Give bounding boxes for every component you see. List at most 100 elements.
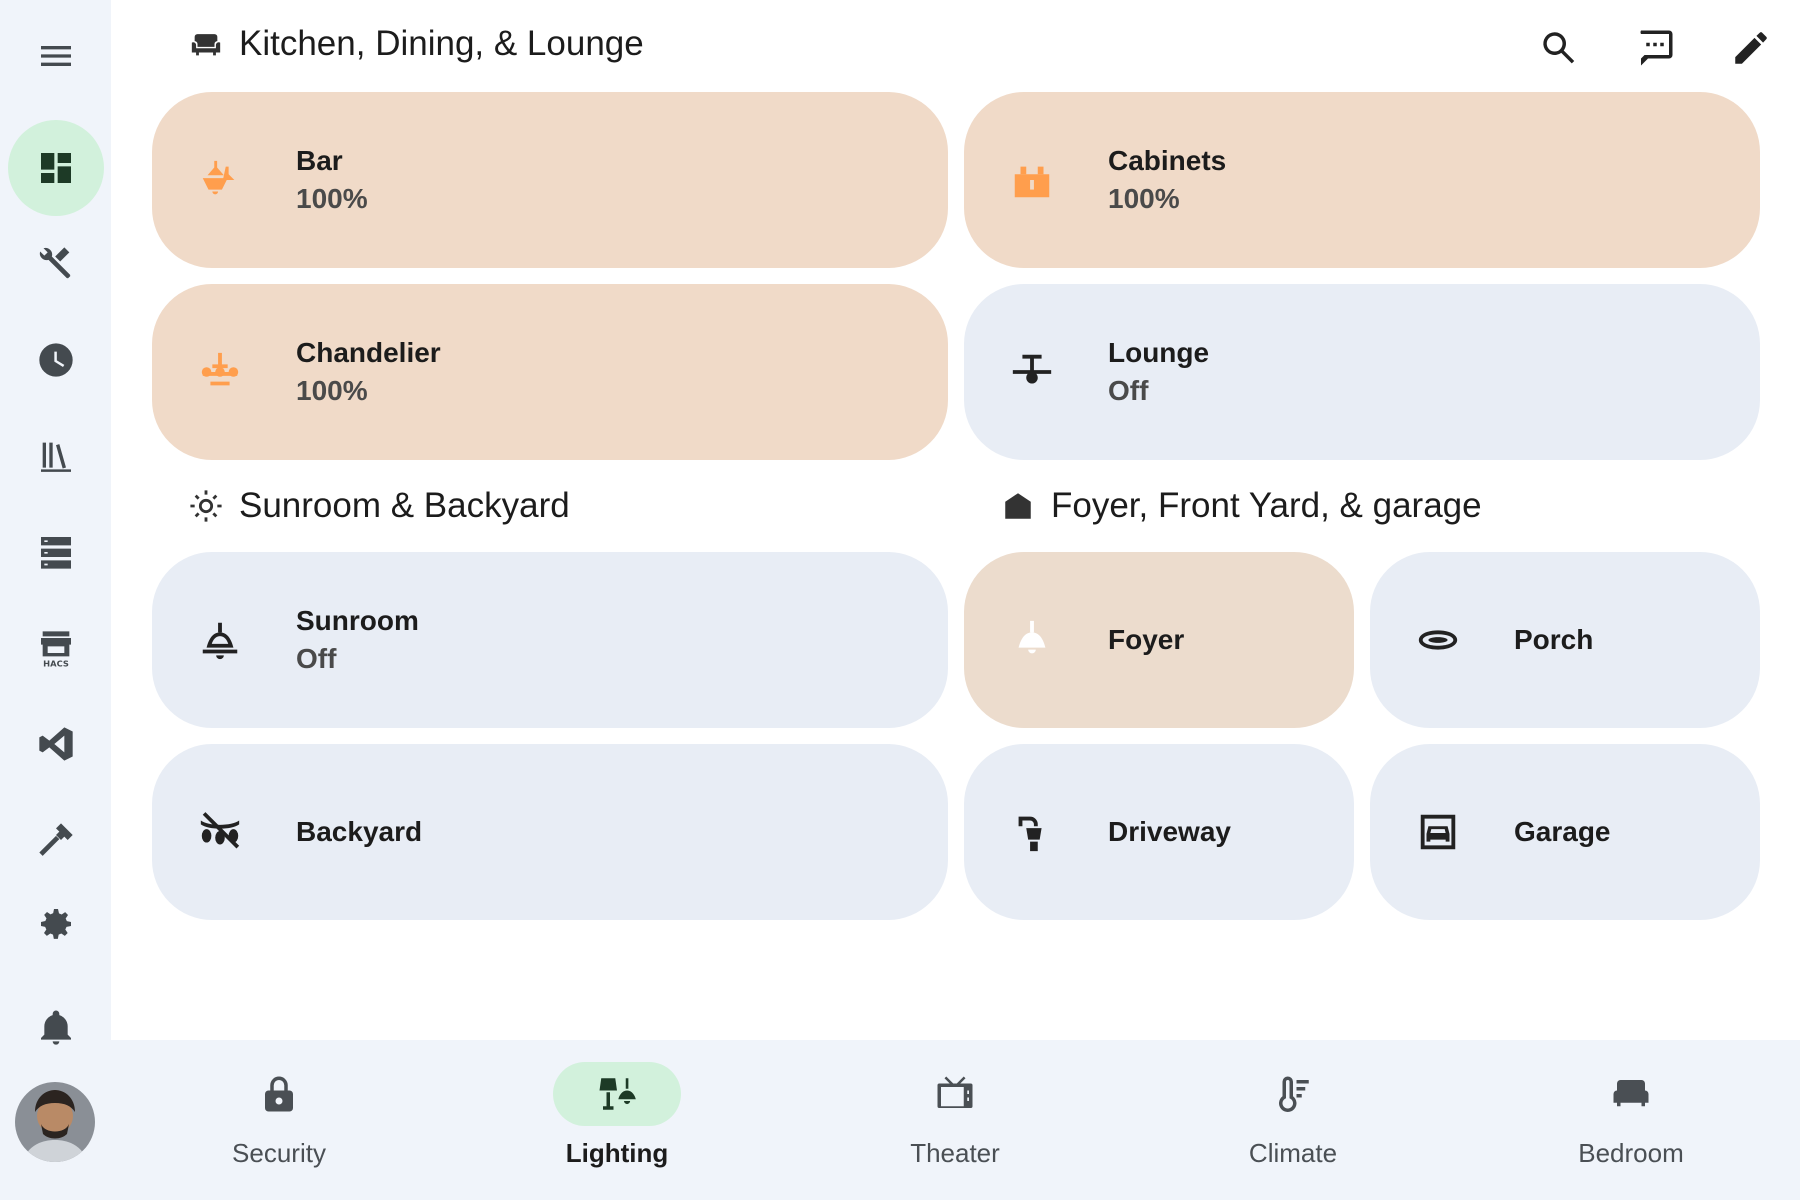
tile-lounge-name: Lounge <box>1108 337 1210 368</box>
clock-icon <box>39 343 73 377</box>
sidebar-item-developer-tools[interactable] <box>8 792 104 888</box>
sidebar-item-vscode[interactable] <box>8 696 104 792</box>
tile-porch[interactable]: Porch <box>1370 552 1760 728</box>
lamps-icon <box>599 1078 636 1110</box>
tile-sunroom-state: Off <box>296 643 337 674</box>
nav-tab-theater[interactable]: Theater <box>845 1062 1065 1182</box>
sidebar-item-history[interactable] <box>8 312 104 408</box>
nav-tab-theater-label: Theater <box>910 1138 1000 1168</box>
tools-icon <box>39 247 71 279</box>
tile-lounge[interactable]: Lounge Off <box>964 284 1760 460</box>
tile-chandelier-icon-wrap <box>194 346 246 398</box>
cabinet-light-icon <box>1014 166 1050 198</box>
sidebar-item-hacs[interactable]: HACS <box>8 600 104 696</box>
menu-button[interactable] <box>8 8 104 104</box>
tile-sunroom-icon-wrap <box>194 614 246 666</box>
server-icon <box>41 537 71 569</box>
pendant-light-icon <box>1018 620 1046 654</box>
menu-icon <box>41 46 71 66</box>
tile-backyard-icon-wrap <box>194 806 246 858</box>
sidebar-item-server[interactable] <box>8 504 104 600</box>
thermometer-icon <box>1279 1076 1309 1113</box>
pendant-lights-icon <box>202 160 235 195</box>
tile-bar-name: Bar <box>296 145 343 176</box>
tile-garage[interactable]: Garage <box>1370 744 1760 920</box>
tile-cabinets-icon-wrap <box>1006 154 1058 206</box>
nav-tab-climate-pill <box>1229 1062 1357 1126</box>
tile-backyard-name: Backyard <box>296 816 423 847</box>
dashboard-icon <box>41 153 71 183</box>
section-title-sunroom: Sunroom & Backyard <box>189 486 570 526</box>
string-lights-off-icon <box>200 812 240 849</box>
tile-porch-name: Porch <box>1514 624 1594 655</box>
bed-icon <box>1613 1080 1649 1107</box>
nav-tab-security-label: Security <box>232 1138 326 1168</box>
tile-driveway-name: Driveway <box>1108 816 1231 847</box>
tile-cabinets-state: 100% <box>1108 183 1180 214</box>
tile-sunroom-name: Sunroom <box>296 605 419 636</box>
sidebar: HACS <box>0 0 111 1200</box>
tile-foyer[interactable]: Foyer <box>964 552 1354 728</box>
tile-chandelier-state: 100% <box>296 375 368 406</box>
user-avatar[interactable] <box>15 1082 95 1162</box>
chat-icon <box>1640 30 1673 66</box>
tile-driveway-icon-wrap <box>1006 806 1058 858</box>
assist-button[interactable] <box>1629 22 1681 74</box>
library-icon <box>41 442 71 472</box>
tile-lounge-icon-wrap <box>1006 346 1058 398</box>
avatar-image <box>15 1082 95 1162</box>
tile-bar[interactable]: Bar 100% <box>152 92 948 268</box>
tile-bar-icon-wrap <box>194 154 246 206</box>
tile-garage-name: Garage <box>1514 816 1611 847</box>
sidebar-item-settings[interactable] <box>8 876 104 972</box>
house-icon <box>1005 493 1031 519</box>
sidebar-item-library[interactable] <box>8 408 104 504</box>
bell-icon <box>41 1010 71 1045</box>
tile-garage-icon-wrap <box>1412 806 1464 858</box>
hammer-icon <box>39 823 73 856</box>
tile-foyer-name: Foyer <box>1108 624 1185 655</box>
sidebar-item-tools[interactable] <box>8 216 104 312</box>
search-icon <box>1543 32 1575 64</box>
lock-icon <box>265 1076 293 1112</box>
nav-tab-lighting-pill <box>553 1062 681 1126</box>
section-title-foyer: Foyer, Front Yard, & garage <box>1001 486 1482 526</box>
nav-tab-security-pill <box>215 1062 343 1126</box>
tile-driveway[interactable]: Driveway <box>964 744 1354 920</box>
section-title-foyer-text: Foyer, Front Yard, & garage <box>1051 486 1482 525</box>
tile-cabinets-name: Cabinets <box>1108 145 1227 176</box>
nav-tab-security[interactable]: Security <box>169 1062 389 1182</box>
tv-icon <box>937 1076 973 1108</box>
sofa-icon <box>191 34 221 56</box>
garage-icon <box>1420 814 1456 850</box>
gear-icon <box>41 909 71 939</box>
sidebar-item-notifications[interactable] <box>8 980 104 1076</box>
sidebar-item-overview[interactable] <box>8 120 104 216</box>
section-title-sunroom-text: Sunroom & Backyard <box>239 486 570 525</box>
search-button[interactable] <box>1533 22 1585 74</box>
tile-backyard[interactable]: Backyard <box>152 744 948 920</box>
tile-sunroom[interactable]: Sunroom Off <box>152 552 948 728</box>
nav-tab-bedroom[interactable]: Bedroom <box>1521 1062 1741 1182</box>
nav-tab-lighting[interactable]: Lighting <box>507 1062 727 1182</box>
tile-foyer-icon-wrap <box>1006 614 1058 666</box>
tile-cabinets[interactable]: Cabinets 100% <box>964 92 1760 268</box>
flush-light-icon <box>1418 630 1458 650</box>
nav-tab-bedroom-label: Bedroom <box>1578 1138 1684 1168</box>
nav-tab-climate-label: Climate <box>1248 1138 1338 1168</box>
edit-button[interactable] <box>1725 22 1777 74</box>
ceiling-fan-icon <box>1012 354 1052 384</box>
vscode-icon <box>39 727 73 761</box>
hacs-store-icon: HACS <box>41 631 71 668</box>
nav-tab-theater-pill <box>891 1062 1019 1126</box>
header: Kitchen, Dining, & Lounge <box>111 0 1800 92</box>
svg-text:HACS: HACS <box>43 658 69 668</box>
tile-chandelier[interactable]: Chandelier 100% <box>152 284 948 460</box>
page-title-text: Kitchen, Dining, & Lounge <box>239 24 644 63</box>
nav-tab-climate[interactable]: Climate <box>1183 1062 1403 1182</box>
nav-tab-bedroom-pill <box>1567 1062 1695 1126</box>
nav-tab-lighting-label: Lighting <box>565 1138 669 1168</box>
bottom-nav: Security Lighting Theater Climate Bedroo… <box>111 1040 1800 1200</box>
tile-porch-icon-wrap <box>1412 614 1464 666</box>
page-title: Kitchen, Dining, & Lounge <box>189 24 644 64</box>
